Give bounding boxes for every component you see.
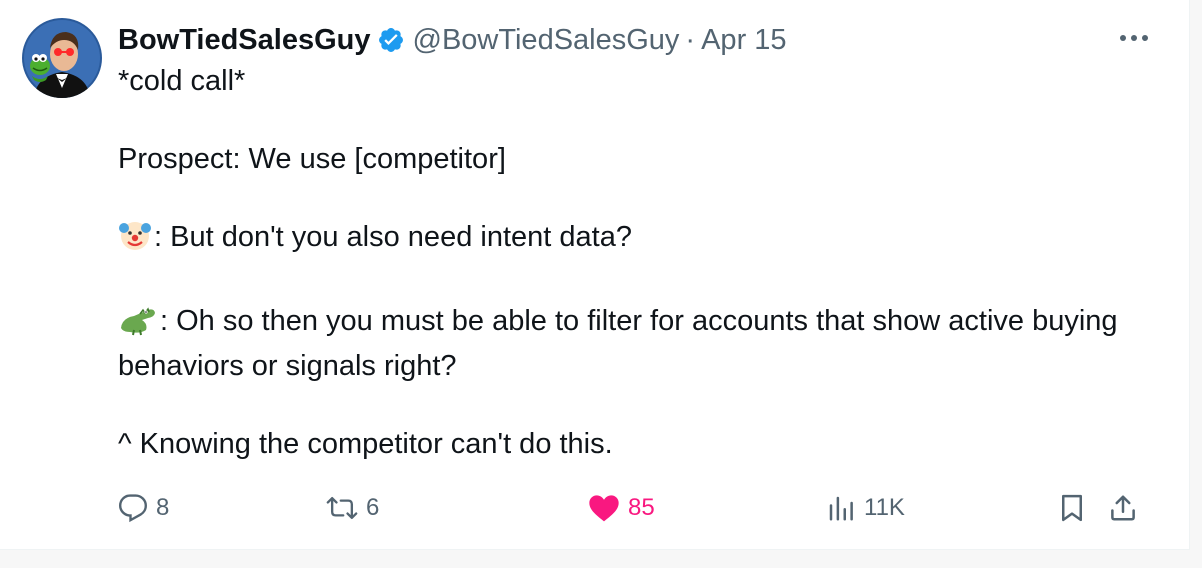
- reply-count: 8: [156, 494, 170, 521]
- like-count: 85: [628, 494, 655, 521]
- tweet-text: *cold call* Prospect: We use [competitor…: [118, 62, 1158, 464]
- tweet-line: Prospect: We use [competitor]: [118, 143, 506, 175]
- separator-dot: ·: [685, 24, 696, 56]
- tweet-line: : But don't you also need intent data?: [118, 218, 1158, 263]
- views-chart-icon: [826, 493, 856, 523]
- views-button[interactable]: 11K: [826, 486, 905, 530]
- more-options-button[interactable]: [1116, 22, 1152, 54]
- tweet-line-text: : But don't you also need intent data?: [154, 221, 632, 253]
- tweet-line: *cold call*: [118, 65, 246, 97]
- retweet-count: 6: [366, 494, 380, 521]
- share-button[interactable]: [1108, 486, 1146, 530]
- retweet-button[interactable]: 6: [326, 486, 379, 530]
- views-count: 11K: [864, 494, 905, 521]
- tweet-line: : Oh so then you must be able to filter …: [118, 302, 1158, 386]
- tweet-line-text: : Oh so then you must be able to filter …: [118, 305, 1118, 382]
- share-icon: [1108, 493, 1138, 523]
- tweet-date[interactable]: Apr 15: [701, 20, 786, 60]
- reply-button[interactable]: 8: [118, 486, 169, 530]
- crocodile-emoji: [118, 302, 158, 347]
- user-handle[interactable]: @BowTiedSalesGuy: [413, 20, 680, 60]
- like-button[interactable]: 85: [588, 486, 655, 530]
- tweet-line: ^ Knowing the competitor can't do this.: [118, 428, 613, 460]
- tweet-actions: 8 6 85 11K: [118, 486, 1158, 530]
- reply-icon: [118, 493, 148, 523]
- clown-face-emoji: [118, 218, 152, 263]
- verified-badge-icon[interactable]: [377, 26, 405, 54]
- display-name[interactable]: BowTiedSalesGuy: [118, 20, 371, 60]
- more-dots-icon: [1119, 29, 1149, 47]
- heart-icon: [588, 493, 620, 523]
- avatar[interactable]: [22, 18, 102, 98]
- retweet-icon: [326, 493, 358, 523]
- bookmark-button[interactable]: [1058, 486, 1094, 530]
- bookmark-icon: [1058, 493, 1086, 523]
- tweet-card[interactable]: BowTiedSalesGuy @BowTiedSalesGuy · Apr 1…: [0, 0, 1190, 550]
- tweet-header: BowTiedSalesGuy @BowTiedSalesGuy · Apr 1…: [118, 20, 787, 60]
